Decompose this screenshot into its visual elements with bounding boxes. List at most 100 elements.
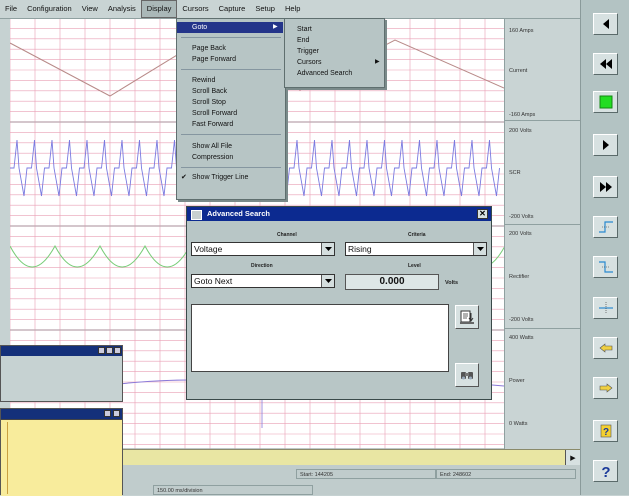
menu-item-scroll-forward[interactable]: Scroll Forward bbox=[177, 108, 283, 119]
channel-scale-panel: 160 Amps Current -160 Amps 200 Volts SCR… bbox=[504, 18, 581, 449]
chevron-down-icon[interactable] bbox=[321, 243, 334, 255]
menu-item-show-trigger-line[interactable]: ✔ Show Trigger Line bbox=[177, 172, 283, 183]
ch1-scale-bottom: -160 Amps bbox=[509, 112, 536, 118]
search-results-list[interactable] bbox=[191, 304, 449, 372]
svg-text:?: ? bbox=[602, 427, 608, 438]
stop-record-icon bbox=[599, 95, 612, 109]
trigger-falling-button[interactable] bbox=[593, 256, 618, 278]
ch2-scale-bottom: -200 Volts bbox=[509, 214, 534, 220]
menu-separator bbox=[181, 37, 281, 38]
horizontal-scrollbar[interactable]: ▶ bbox=[123, 449, 580, 465]
submenu-arrow-icon: ▶ bbox=[273, 24, 278, 30]
cursor-right-icon bbox=[599, 383, 612, 393]
find-button[interactable] bbox=[455, 363, 479, 387]
ch4-scale-bottom: 0 Watts bbox=[509, 421, 528, 427]
menu-item-advanced-search[interactable]: Advanced Search bbox=[285, 68, 382, 79]
scroll-right-icon[interactable]: ▶ bbox=[565, 450, 580, 465]
menu-setup[interactable]: Setup bbox=[250, 0, 280, 18]
menu-item-end[interactable]: End bbox=[285, 35, 382, 46]
menu-help[interactable]: Help bbox=[280, 0, 305, 18]
menu-item-fast-forward[interactable]: Fast Forward bbox=[177, 119, 283, 130]
close-icon[interactable] bbox=[113, 410, 120, 417]
svg-text:?: ? bbox=[601, 464, 610, 479]
menu-item-cursors[interactable]: Cursors ▶ bbox=[285, 57, 382, 68]
menu-bar: File Configuration View Analysis Display… bbox=[0, 0, 580, 19]
ch4-scale-top: 400 Watts bbox=[509, 335, 534, 341]
context-help-button[interactable]: ? bbox=[593, 420, 618, 442]
rewind-icon bbox=[599, 59, 612, 69]
trigger-rising-button[interactable] bbox=[593, 216, 618, 238]
menu-file[interactable]: File bbox=[0, 0, 22, 18]
direction-select[interactable]: Goto Next bbox=[191, 274, 335, 288]
ch2-channel-name: SCR bbox=[509, 170, 521, 176]
window-title-bar[interactable] bbox=[1, 346, 122, 356]
help-icon: ? bbox=[601, 464, 610, 479]
background-window[interactable] bbox=[0, 345, 123, 402]
channel-select[interactable]: Voltage bbox=[191, 242, 335, 256]
menu-item-scroll-back[interactable]: Scroll Back bbox=[177, 86, 283, 97]
background-window[interactable] bbox=[0, 408, 123, 496]
window-menu-icon[interactable] bbox=[191, 210, 202, 220]
menu-item-start[interactable]: Start bbox=[285, 24, 382, 35]
rewind-start-icon bbox=[602, 19, 609, 29]
binoculars-icon bbox=[461, 372, 473, 380]
menu-item-goto[interactable]: Goto ▶ bbox=[177, 22, 283, 33]
cursor-left-button[interactable] bbox=[593, 337, 618, 359]
close-icon[interactable] bbox=[114, 347, 121, 354]
menu-item-show-all-file[interactable]: Show All File bbox=[177, 141, 283, 152]
criteria-select[interactable]: Rising bbox=[345, 242, 487, 256]
transport-toolbar: ? ? bbox=[580, 0, 629, 495]
menu-item-rewind[interactable]: Rewind bbox=[177, 75, 283, 86]
divider bbox=[7, 422, 8, 494]
menu-item-compression[interactable]: Compression bbox=[177, 152, 283, 163]
level-input[interactable]: 0.000 bbox=[345, 274, 439, 290]
help-button[interactable]: ? bbox=[593, 460, 618, 482]
dialog-title: Advanced Search bbox=[207, 209, 270, 218]
fast-forward-button[interactable] bbox=[593, 176, 618, 198]
ch1-scale-top: 160 Amps bbox=[509, 28, 534, 34]
status-start: Start: 144205 bbox=[296, 469, 436, 479]
menu-configuration[interactable]: Configuration bbox=[22, 0, 77, 18]
menu-item-page-back[interactable]: Page Back bbox=[177, 43, 283, 54]
play-forward-button[interactable] bbox=[593, 134, 618, 156]
display-menu: Goto ▶ Page Back Page Forward Rewind Scr… bbox=[176, 18, 286, 200]
cursor-right-button[interactable] bbox=[593, 377, 618, 399]
help-search-icon: ? bbox=[600, 424, 611, 438]
window-content bbox=[1, 419, 122, 496]
menu-item-scroll-stop[interactable]: Scroll Stop bbox=[177, 97, 283, 108]
window-title-bar[interactable] bbox=[1, 409, 122, 419]
submenu-arrow-icon: ▶ bbox=[375, 59, 380, 65]
menu-item-page-forward[interactable]: Page Forward bbox=[177, 54, 283, 65]
ch1-channel-name: Current bbox=[509, 68, 528, 74]
trigger-level-button[interactable] bbox=[593, 297, 618, 319]
close-icon[interactable]: ✕ bbox=[477, 209, 488, 219]
chevron-down-icon[interactable] bbox=[321, 275, 334, 287]
menu-display[interactable]: Display bbox=[140, 0, 178, 18]
menu-item-trigger[interactable]: Trigger bbox=[285, 46, 382, 57]
fast-forward-icon bbox=[599, 182, 612, 192]
search-document-icon bbox=[460, 310, 474, 324]
menu-separator bbox=[181, 134, 281, 135]
cursor-left-icon bbox=[599, 343, 612, 353]
trigger-falling-icon bbox=[598, 261, 613, 273]
minimize-icon[interactable] bbox=[104, 410, 111, 417]
search-button[interactable] bbox=[455, 305, 479, 329]
menu-separator bbox=[181, 69, 281, 70]
menu-cursors[interactable]: Cursors bbox=[177, 0, 213, 18]
rewind-button[interactable] bbox=[593, 53, 618, 75]
dialog-title-bar[interactable]: Advanced Search ✕ bbox=[187, 207, 491, 221]
goto-submenu: Start End Trigger Cursors ▶ Advanced Sea… bbox=[284, 18, 385, 88]
minimize-icon[interactable] bbox=[98, 347, 105, 354]
status-bar: Start: 144205 End: 248602 150.00 ms/divi… bbox=[123, 465, 580, 495]
rewind-start-button[interactable] bbox=[593, 13, 618, 35]
record-stop-button[interactable] bbox=[593, 91, 618, 113]
menu-capture[interactable]: Capture bbox=[214, 0, 251, 18]
ch3-channel-name: Rectifier bbox=[509, 274, 530, 280]
trigger-level-icon bbox=[598, 302, 613, 314]
chevron-down-icon[interactable] bbox=[473, 243, 486, 255]
menu-analysis[interactable]: Analysis bbox=[103, 0, 141, 18]
menu-view[interactable]: View bbox=[77, 0, 103, 18]
checkmark-icon: ✔ bbox=[181, 174, 187, 181]
maximize-icon[interactable] bbox=[106, 347, 113, 354]
scale-divider bbox=[505, 328, 581, 329]
